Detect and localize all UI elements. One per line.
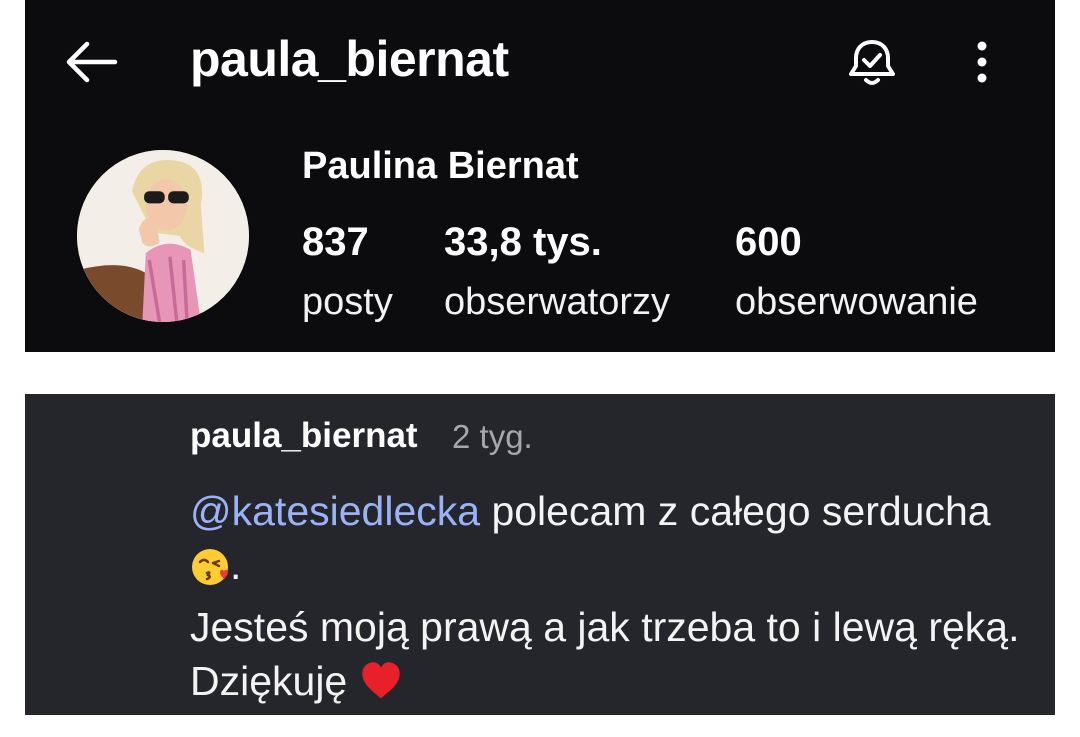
- followers-label[interactable]: obserwatorzy: [444, 281, 670, 324]
- posts-count[interactable]: 837: [302, 220, 369, 265]
- comment-panel: paula_biernat 2 tyg. @katesiedlecka pole…: [25, 394, 1055, 715]
- posts-label[interactable]: posty: [302, 281, 393, 324]
- comment-text: @katesiedlecka polecam z całego serducha…: [190, 484, 1040, 716]
- comment-text-part1: polecam z całego serducha: [480, 488, 991, 534]
- mention-link[interactable]: @katesiedlecka: [190, 488, 480, 534]
- comment-text-part3: Jesteś moją prawą a jak trzeba to i lewą…: [190, 604, 1020, 704]
- red-heart-emoji-icon: [359, 659, 403, 716]
- profile-full-name: Paulina Biernat: [302, 145, 579, 187]
- comment-timestamp: 2 tyg.: [452, 418, 533, 455]
- followers-count[interactable]: 33,8 tys.: [444, 220, 602, 265]
- bell-check-icon[interactable]: [845, 36, 899, 90]
- header-username: paula_biernat: [190, 31, 509, 87]
- profile-header-panel: paula_biernat Paulina Biernat 837 posty: [25, 0, 1055, 352]
- more-vertical-icon[interactable]: [967, 38, 997, 86]
- profile-avatar[interactable]: [77, 150, 249, 322]
- following-label[interactable]: obserwowanie: [735, 281, 978, 324]
- comment-username[interactable]: paula_biernat: [190, 416, 418, 456]
- comment-text-part2: .: [230, 542, 242, 588]
- kissing-heart-emoji-icon: [190, 546, 230, 600]
- arrow-left-icon[interactable]: [63, 40, 119, 84]
- following-count[interactable]: 600: [735, 220, 802, 265]
